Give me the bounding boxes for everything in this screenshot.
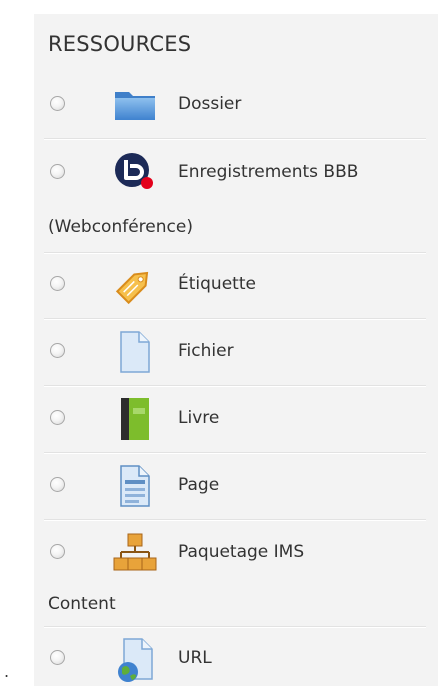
radio-url[interactable] bbox=[50, 650, 65, 665]
resource-label-url: URL bbox=[178, 648, 212, 668]
resource-option-bbb[interactable]: Enregistrements BBB bbox=[44, 142, 426, 208]
resource-label-bbb: Enregistrements BBB bbox=[178, 162, 359, 182]
resource-label-dossier: Dossier bbox=[178, 94, 242, 114]
section-title: RESSOURCES bbox=[48, 32, 192, 56]
divider bbox=[44, 519, 426, 521]
folder-icon bbox=[112, 82, 156, 128]
resource-option-page[interactable]: Page bbox=[44, 455, 426, 521]
resource-label-livre: Livre bbox=[178, 408, 220, 428]
stray-dot: . bbox=[4, 662, 10, 681]
radio-etiquette[interactable] bbox=[50, 276, 65, 291]
divider bbox=[44, 318, 426, 320]
resources-panel: RESSOURCES Dossier Enregistrements BBB (… bbox=[34, 14, 438, 686]
divider bbox=[44, 138, 426, 140]
radio-ims[interactable] bbox=[50, 544, 65, 559]
divider bbox=[44, 385, 426, 387]
url-globe-icon bbox=[112, 636, 156, 682]
file-icon bbox=[112, 329, 156, 375]
resource-option-livre[interactable]: Livre bbox=[44, 388, 426, 454]
resource-label-ims: Paquetage IMS bbox=[178, 542, 305, 562]
bigbluebutton-icon bbox=[112, 150, 156, 196]
radio-page[interactable] bbox=[50, 477, 65, 492]
radio-fichier[interactable] bbox=[50, 343, 65, 358]
radio-dossier[interactable] bbox=[50, 96, 65, 111]
resource-option-dossier[interactable]: Dossier bbox=[44, 74, 426, 140]
resource-label-bbb-continued: (Webconférence) bbox=[48, 217, 193, 237]
resource-label-etiquette: Étiquette bbox=[178, 274, 256, 294]
resource-label-ims-continued: Content bbox=[48, 594, 116, 614]
radio-livre[interactable] bbox=[50, 410, 65, 425]
resource-option-url[interactable]: URL bbox=[44, 628, 426, 694]
book-icon bbox=[112, 396, 156, 442]
divider bbox=[44, 452, 426, 454]
resource-option-fichier[interactable]: Fichier bbox=[44, 321, 426, 387]
label-tag-icon bbox=[112, 262, 156, 308]
resource-label-page: Page bbox=[178, 475, 220, 495]
resource-option-etiquette[interactable]: Étiquette bbox=[44, 254, 426, 320]
page-icon bbox=[112, 463, 156, 509]
resource-label-fichier: Fichier bbox=[178, 341, 234, 361]
ims-package-icon bbox=[112, 530, 157, 576]
radio-bbb[interactable] bbox=[50, 164, 65, 179]
resource-option-ims[interactable]: Paquetage IMS bbox=[44, 522, 426, 588]
